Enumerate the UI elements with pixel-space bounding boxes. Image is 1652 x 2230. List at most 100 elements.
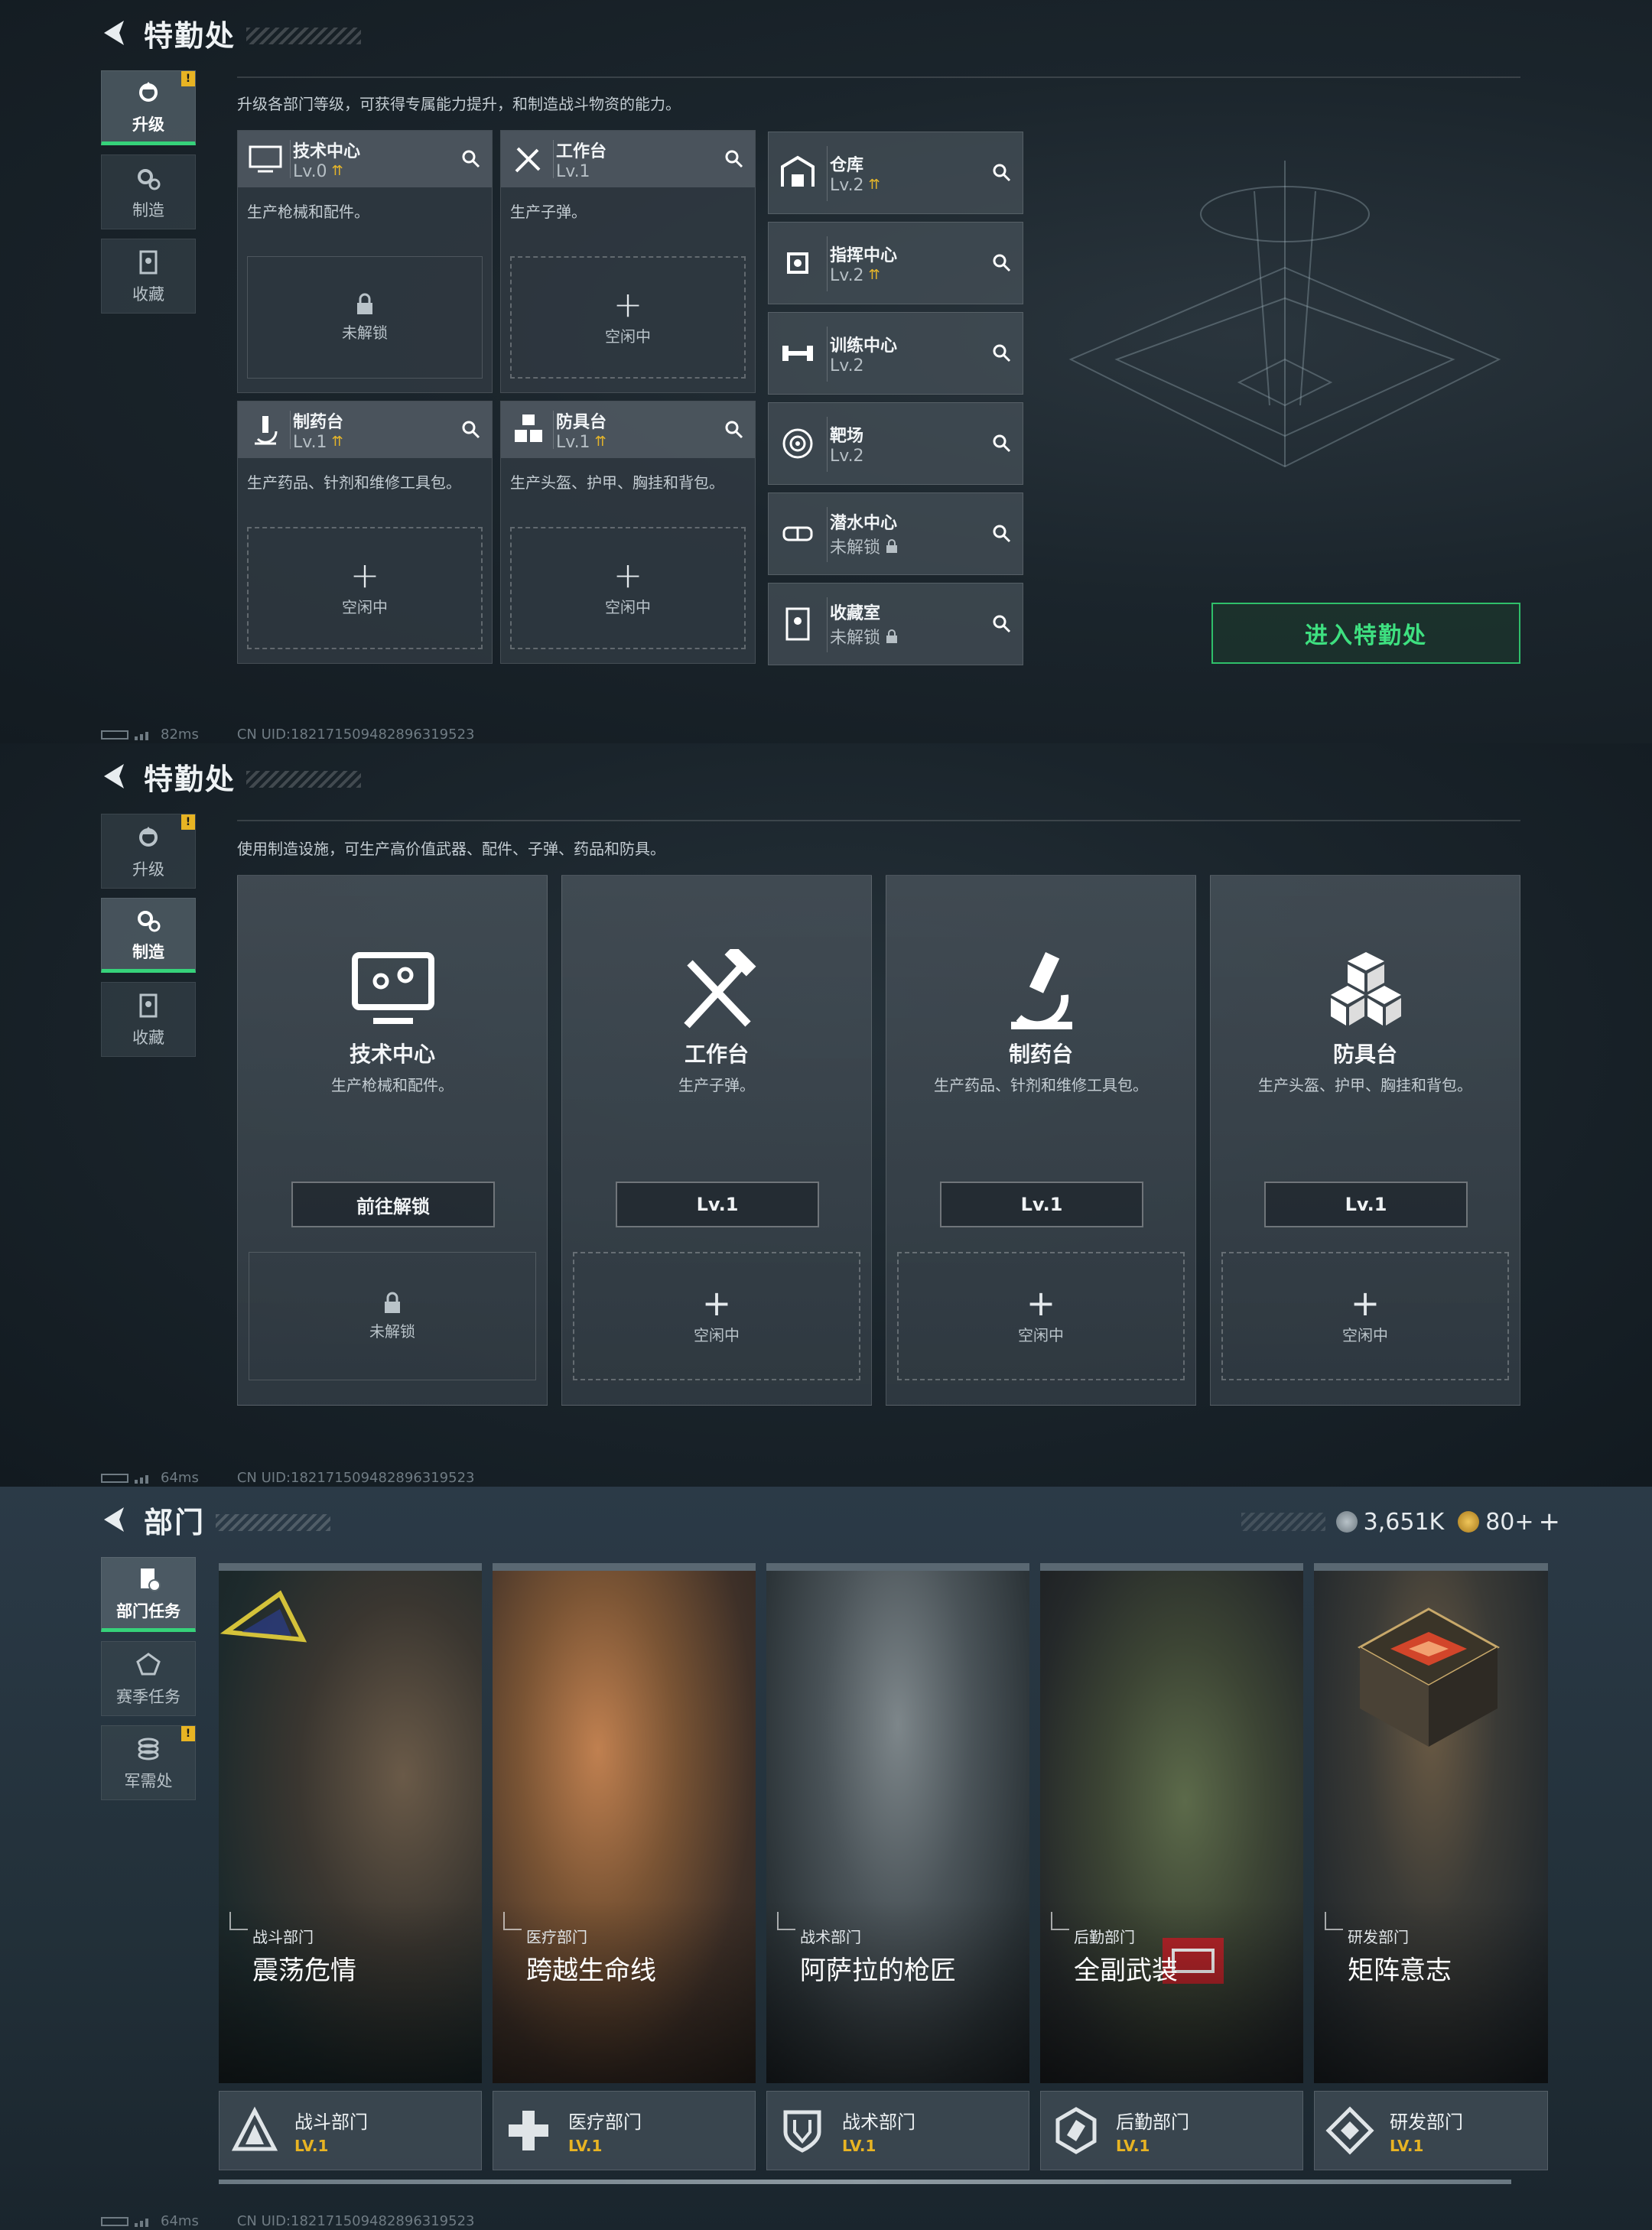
facility-warehouse[interactable]: 仓库 Lv.2 ⇈: [768, 132, 1023, 214]
search-icon[interactable]: [990, 432, 1013, 455]
department-card-tactical[interactable]: 战术部门 阿萨拉的枪匠: [766, 1563, 1029, 2083]
notification-badge: !: [181, 71, 195, 86]
user-id: CN UID:182171509482896319523: [236, 1470, 475, 1486]
production-slot[interactable]: + 空闲中: [247, 527, 483, 649]
craft-card-workbench[interactable]: 工作台 生产子弹。 Lv.1 + 空闲中: [561, 875, 872, 1406]
microscope-icon: [1011, 952, 1072, 1029]
upgrade-chevron-icon: ⇈: [331, 434, 343, 450]
slot-status: 空闲中: [605, 327, 651, 346]
separator: [827, 236, 828, 291]
search-icon[interactable]: [990, 342, 1013, 365]
trophy-case-icon: [139, 250, 158, 275]
facility-name: 潜水中心: [830, 514, 898, 533]
department-card-logistics[interactable]: 后勤部门 全副武装: [1040, 1563, 1303, 2083]
title-decoration: [216, 1514, 331, 1531]
target-icon: [782, 428, 813, 459]
department-card-combat[interactable]: 战斗部门 震荡危情: [219, 1563, 482, 2083]
department-name: 后勤部门: [1116, 2111, 1189, 2133]
level-button[interactable]: Lv.1: [940, 1182, 1143, 1227]
upgrade-chevron-icon: ⇈: [594, 434, 606, 450]
combat-emblem-icon: [231, 2106, 278, 2151]
headset-art: [220, 1590, 307, 1643]
production-slot: 未解锁: [247, 256, 483, 379]
upgrade-gear-icon: [139, 827, 158, 847]
dumbbell-icon: [782, 346, 813, 361]
corner-mark: [1325, 1912, 1343, 1930]
level-button[interactable]: Lv.1: [616, 1182, 819, 1227]
craft-card-pharmacy[interactable]: 制药台 生产药品、针剂和维修工具包。 Lv.1 + 空闲中: [886, 875, 1196, 1406]
facility-diving-center[interactable]: 潜水中心 未解锁: [768, 492, 1023, 575]
tab-label: 收藏: [132, 285, 164, 304]
search-icon[interactable]: [990, 522, 1013, 545]
add-currency-icon[interactable]: +: [1539, 1507, 1561, 1537]
station-description: 生产子弹。: [678, 1076, 755, 1094]
department-button-research[interactable]: 研发部门 LV.1: [1314, 2091, 1548, 2170]
facility-header: 技术中心 Lv.0 ⇈: [238, 131, 492, 187]
ping: 82ms: [161, 727, 199, 743]
facility-collection-room[interactable]: 收藏室 未解锁: [768, 583, 1023, 665]
tab-collection[interactable]: 收藏: [101, 239, 196, 314]
department-button-tactical[interactable]: 战术部门 LV.1: [766, 2091, 1029, 2170]
back-arrow-icon[interactable]: [99, 18, 130, 48]
department-card-medical[interactable]: 医疗部门 跨越生命线: [493, 1563, 756, 2083]
facility-training-center[interactable]: 训练中心 Lv.2: [768, 312, 1023, 395]
production-slot[interactable]: + 空闲中: [897, 1252, 1185, 1380]
search-icon[interactable]: [723, 418, 746, 441]
department-card-research[interactable]: 研发部门 矩阵意志: [1314, 1563, 1548, 2083]
tab-label: 军需处: [124, 1772, 173, 1790]
craft-card-tech-center[interactable]: 技术中心 生产枪械和配件。 前往解锁 未解锁: [237, 875, 548, 1406]
production-slot[interactable]: + 空闲中: [510, 256, 746, 379]
separator: [827, 327, 828, 382]
department-mission-title: 震荡危情: [252, 1955, 356, 1986]
production-slot[interactable]: + 空闲中: [573, 1252, 860, 1380]
facility-card-pharmacy[interactable]: 制药台 Lv.1 ⇈ 生产药品、针剂和维修工具包。 + 空闲中: [237, 401, 493, 664]
search-icon[interactable]: [460, 418, 483, 441]
credits-amount: 3,651K: [1363, 1508, 1445, 1536]
search-icon[interactable]: [990, 613, 1013, 636]
back-arrow-icon[interactable]: [99, 761, 130, 792]
status-bar: 82ms CN UID:1821715094828963195​23: [101, 727, 475, 743]
tab-craft[interactable]: 制造: [101, 898, 196, 973]
facility-card-tech-center[interactable]: 技术中心 Lv.0 ⇈ 生产枪械和配件。 未解锁: [237, 130, 493, 393]
separator: [827, 597, 828, 652]
department-button-medical[interactable]: 医疗部门 LV.1: [493, 2091, 756, 2170]
facility-card-workbench[interactable]: 工作台 Lv.1 生产子弹。 + 空闲中: [500, 130, 756, 393]
facility-card-armor[interactable]: 防具台 Lv.1 ⇈ 生产头盔、护甲、胸挂和背包。 + 空闲中: [500, 401, 756, 664]
craft-card-armor[interactable]: 防具台 生产头盔、护甲、胸挂和背包。 Lv.1 + 空闲中: [1210, 875, 1520, 1406]
department-name: 研发部门: [1390, 2111, 1463, 2133]
production-slot[interactable]: + 空闲中: [1221, 1252, 1509, 1380]
unlock-button[interactable]: 前往解锁: [291, 1182, 495, 1227]
level-button[interactable]: Lv.1: [1264, 1182, 1468, 1227]
facility-header: 工作台 Lv.1: [501, 131, 755, 187]
tab-upgrade[interactable]: ! 升级: [101, 70, 196, 145]
page-title: 部门: [144, 1505, 206, 1539]
search-icon[interactable]: [990, 252, 1013, 275]
tab-quartermaster[interactable]: ! 军需处: [101, 1725, 196, 1800]
tab-collection[interactable]: 收藏: [101, 982, 196, 1057]
gears-icon: [138, 911, 161, 932]
tab-department-tasks[interactable]: 部门任务: [101, 1557, 196, 1632]
search-icon[interactable]: [990, 161, 1013, 184]
tab-craft[interactable]: 制造: [101, 154, 196, 229]
separator: [553, 140, 554, 178]
search-icon[interactable]: [723, 148, 746, 171]
separator: [827, 507, 828, 562]
tab-upgrade[interactable]: ! 升级: [101, 814, 196, 889]
facility-command-center[interactable]: 指挥中心 Lv.2 ⇈: [768, 222, 1023, 304]
scroll-indicator[interactable]: [219, 2180, 1511, 2184]
user-id: CN UID:182171509482896319523: [236, 2213, 475, 2229]
search-icon[interactable]: [460, 148, 483, 171]
silver-coin-icon: [1335, 1511, 1358, 1533]
upgrade-chevron-icon: ⇈: [868, 177, 880, 193]
department-mission-title: 跨越生命线: [526, 1955, 656, 1986]
medical-cross-icon: [509, 2111, 548, 2150]
back-arrow-icon[interactable]: [99, 1504, 130, 1535]
enter-special-ops-button[interactable]: 进入特勤处: [1211, 603, 1520, 664]
tab-label: 制造: [132, 201, 164, 219]
production-slot[interactable]: + 空闲中: [510, 527, 746, 649]
department-button-logistics[interactable]: 后勤部门 LV.1: [1040, 2091, 1303, 2170]
department-button-combat[interactable]: 战斗部门 LV.1: [219, 2091, 482, 2170]
tab-season-tasks[interactable]: 赛季任务: [101, 1641, 196, 1716]
facility-shooting-range[interactable]: 靶场 Lv.2: [768, 402, 1023, 485]
facility-level: Lv.1: [556, 161, 590, 181]
